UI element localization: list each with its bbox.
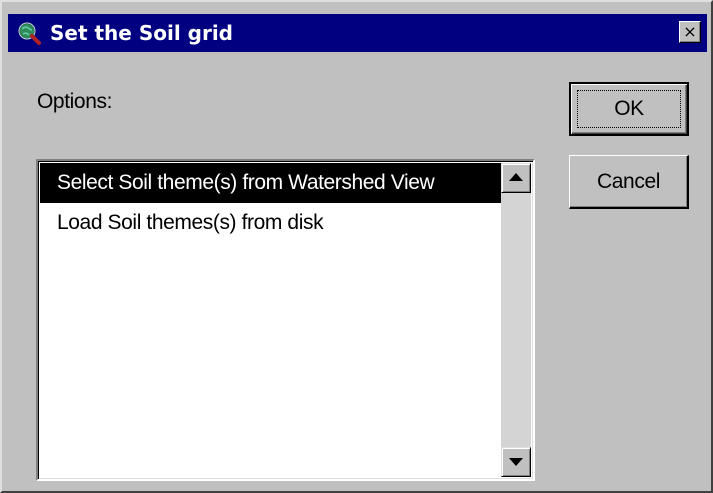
options-label: Options: — [37, 90, 113, 113]
dialog-window: Set the Soil grid × Options: Select Soil… — [0, 0, 713, 493]
scroll-up-button[interactable] — [501, 163, 531, 193]
window-title: Set the Soil grid — [50, 21, 233, 45]
list-item-load-from-disk[interactable]: Load Soil themes(s) from disk — [40, 203, 504, 243]
scroll-down-button[interactable] — [501, 447, 531, 477]
scroll-up-arrow-icon — [509, 173, 523, 181]
ok-button[interactable]: OK — [569, 82, 689, 136]
scroll-down-arrow-icon — [509, 458, 523, 466]
close-button[interactable]: × — [679, 21, 701, 43]
list-item-select-from-view[interactable]: Select Soil theme(s) from Watershed View — [40, 163, 504, 203]
options-listbox[interactable]: Select Soil theme(s) from Watershed View… — [36, 159, 535, 481]
close-icon: × — [683, 22, 697, 41]
ok-button-label: OK — [577, 90, 681, 128]
globe-magnifier-icon — [16, 20, 42, 46]
cancel-button[interactable]: Cancel — [569, 155, 689, 209]
title-bar[interactable]: Set the Soil grid × — [8, 14, 707, 52]
vertical-scrollbar[interactable] — [501, 163, 531, 477]
